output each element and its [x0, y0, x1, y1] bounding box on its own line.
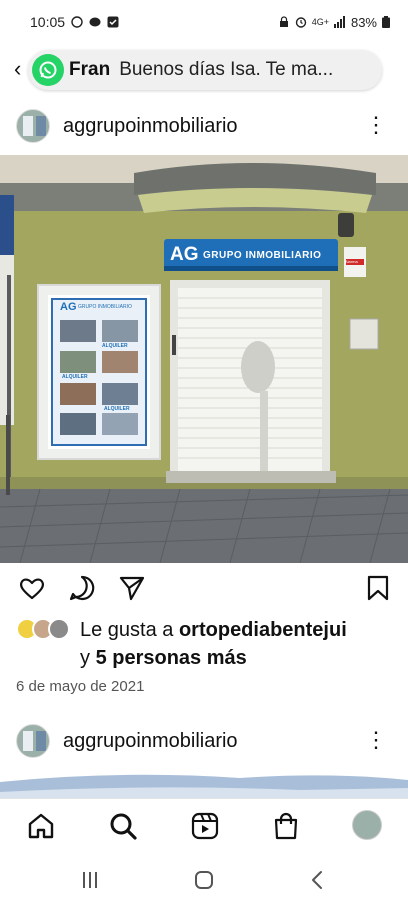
- whatsapp-notification-chip[interactable]: Fran Buenos días Isa. Te ma...: [28, 50, 382, 90]
- alarm-status-icon: [295, 17, 306, 28]
- status-time: 10:05: [30, 14, 66, 30]
- poster-label-1: ALQUILER: [102, 343, 128, 349]
- more-vertical-icon[interactable]: ⋮: [365, 729, 387, 751]
- comment-icon[interactable]: [68, 574, 96, 602]
- avatar[interactable]: [16, 724, 50, 758]
- home-button-icon[interactable]: [192, 868, 216, 892]
- liker-avatars: [16, 618, 76, 642]
- whatsapp-icon: [32, 54, 64, 86]
- poster-label-2: ALQUILER: [62, 374, 88, 380]
- back-icon[interactable]: [306, 868, 330, 892]
- alarm-sticker-text: Alarma: [345, 259, 358, 264]
- profile-avatar[interactable]: [352, 810, 382, 840]
- likes-and: y: [80, 647, 96, 669]
- send-icon[interactable]: [118, 574, 146, 602]
- notification-sender: Fran: [69, 59, 111, 80]
- sign-text: GRUPO INMOBILIARIO: [203, 250, 322, 261]
- sign-brand: AG: [170, 244, 199, 265]
- signal-icon: [333, 16, 345, 28]
- bottom-nav: [0, 798, 408, 852]
- next-post-header: aggrupoinmobiliario ⋮: [0, 716, 408, 766]
- back-arrow-icon[interactable]: ‹: [14, 56, 21, 82]
- network-type: 4G+: [311, 17, 329, 27]
- recent-apps-icon[interactable]: [78, 868, 102, 892]
- liker-avatar: [48, 618, 70, 640]
- likes-user[interactable]: ortopediabentejui: [179, 619, 347, 641]
- poster-label-3: ALQUILER: [104, 406, 130, 412]
- whatsapp-status-icon: [71, 16, 83, 28]
- post-date: 6 de mayo de 2021: [16, 678, 145, 695]
- likes-prefix: Le gusta a: [80, 619, 179, 641]
- shop-icon[interactable]: [271, 811, 301, 841]
- system-nav: [0, 852, 408, 906]
- status-bar: 10:05 4G+ 83%: [0, 0, 408, 44]
- likes-line-2: y 5 personas más: [80, 644, 247, 672]
- likes-others[interactable]: 5 personas más: [96, 647, 247, 669]
- post-photo[interactable]: AG GRUPO INMOBILIARIO AG GRUPO INMOBILIA…: [0, 155, 408, 563]
- notification-message: Buenos días Isa. Te ma...: [119, 59, 334, 80]
- poster-brand: AG: [60, 301, 77, 313]
- check-status-icon: [107, 16, 119, 28]
- likes-line-1: Le gusta a ortopediabentejui: [80, 616, 347, 644]
- bookmark-icon[interactable]: [364, 574, 392, 602]
- next-post-username[interactable]: aggrupoinmobiliario: [63, 730, 238, 753]
- post-username[interactable]: aggrupoinmobiliario: [63, 115, 238, 138]
- post-actions: [0, 574, 408, 604]
- reels-icon[interactable]: [190, 811, 220, 841]
- messenger-status-icon: [89, 17, 101, 27]
- search-icon[interactable]: [108, 811, 138, 841]
- next-post-photo[interactable]: [0, 770, 408, 800]
- lock-status-icon: [279, 16, 288, 27]
- poster-text: GRUPO INMOBILIARIO: [78, 304, 132, 310]
- heart-icon[interactable]: [18, 574, 46, 602]
- avatar[interactable]: [16, 109, 50, 143]
- home-icon[interactable]: [26, 811, 56, 841]
- more-vertical-icon[interactable]: ⋮: [365, 114, 387, 136]
- battery-percent: 83%: [350, 14, 377, 30]
- likes-row[interactable]: Le gusta a ortopediabentejui y 5 persona…: [16, 616, 396, 676]
- battery-icon: [382, 16, 390, 28]
- storefront-image: [0, 155, 408, 563]
- post-header: aggrupoinmobiliario ⋮: [0, 101, 408, 151]
